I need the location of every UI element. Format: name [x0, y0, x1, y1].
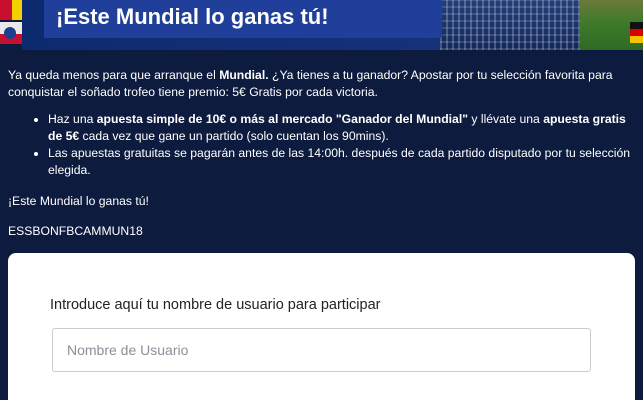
list-item: Haz una apuesta simple de 10€ o más al m…: [48, 111, 633, 145]
bullet-text: Las apuestas gratuitas se pagarán antes …: [48, 146, 631, 177]
bullet-text: Haz una: [48, 112, 97, 126]
flags-decoration-left: [0, 0, 22, 50]
closing-text: ¡Este Mundial lo ganas tú!: [8, 194, 149, 208]
bullet-bold: apuesta simple de 10€ o más al mercado "…: [96, 112, 468, 126]
hero-title: ¡Este Mundial lo ganas tú!: [56, 4, 329, 29]
conditions-list: Haz una apuesta simple de 10€ o más al m…: [8, 111, 633, 179]
intro-bold: Mundial.: [219, 68, 269, 82]
page: ¡Este Mundial lo ganas tú! Ya queda meno…: [0, 0, 643, 400]
hero-banner: ¡Este Mundial lo ganas tú!: [0, 0, 643, 50]
promo-code: ESSBONFBCAMMUN18: [8, 224, 143, 238]
username-input[interactable]: [52, 328, 591, 372]
participation-form-card: Introduce aquí tu nombre de usuario para…: [8, 253, 635, 400]
stadium-stands-image: [440, 0, 590, 50]
list-item: Las apuestas gratuitas se pagarán antes …: [48, 145, 633, 179]
pitch-image: [580, 0, 643, 50]
bullet-text: cada vez que gane un partido (solo cuent…: [79, 129, 389, 143]
bullet-text: y llévate una: [468, 112, 544, 126]
promo-content: Ya queda menos para que arranque el Mund…: [8, 67, 633, 240]
intro-paragraph: Ya queda menos para que arranque el Mund…: [8, 67, 633, 101]
intro-text: Ya queda menos para que arranque el: [8, 68, 220, 82]
username-label: Introduce aquí tu nombre de usuario para…: [50, 297, 381, 313]
